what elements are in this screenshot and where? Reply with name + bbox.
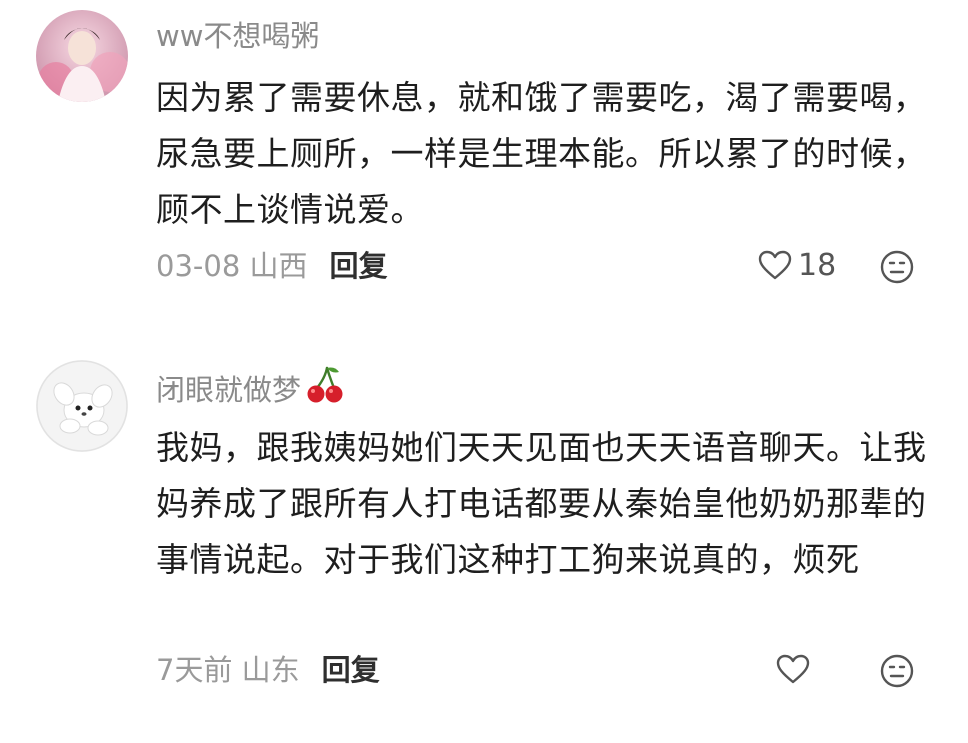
username[interactable]: ww不想喝粥	[156, 18, 319, 54]
date-location: 03-08 山西	[156, 249, 308, 283]
reply-button[interactable]: 回复	[322, 653, 380, 687]
comment-meta: 7天前 山东 回复	[156, 650, 380, 690]
comment-text: 我妈，跟我姨妈她们天天见面也天天语音聊天。让我妈养成了跟所有人打电话都要从秦始皇…	[156, 428, 927, 579]
like-count: 18	[798, 248, 837, 283]
comment-text: 因为累了需要休息，就和饿了需要吃，渴了需要喝，尿急要上厕所，一样是生理本能。所以…	[156, 78, 927, 229]
emoji-button[interactable]	[880, 654, 914, 688]
like-button[interactable]: 18	[758, 246, 836, 286]
reply-button[interactable]: 回复	[330, 249, 388, 283]
like-button[interactable]	[776, 650, 816, 690]
avatar-image	[36, 10, 128, 102]
cherry-emoji	[305, 364, 345, 412]
heart-outline-icon	[758, 250, 792, 279]
emoji-face-icon	[880, 250, 914, 284]
comment-item: 闭眼就做梦 我妈，跟我姨妈她们天天见面也天天语音聊天。让我妈养成了跟所有人打电话…	[0, 350, 968, 743]
comment-item: ww不想喝粥 因为累了需要休息，就和饿了需要吃，渴了需要喝，尿急要上厕所，一样是…	[0, 0, 968, 330]
emoji-button[interactable]	[880, 250, 914, 284]
user-avatar[interactable]	[36, 360, 128, 452]
username-text: 闭眼就做梦	[156, 373, 302, 407]
username[interactable]: 闭眼就做梦	[156, 366, 345, 416]
heart-outline-icon	[776, 654, 810, 683]
user-avatar[interactable]	[36, 10, 128, 102]
comment-meta: 03-08 山西 回复	[156, 246, 388, 286]
avatar-image	[36, 360, 128, 452]
emoji-face-icon	[880, 654, 914, 688]
date-location: 7天前 山东	[156, 653, 300, 687]
